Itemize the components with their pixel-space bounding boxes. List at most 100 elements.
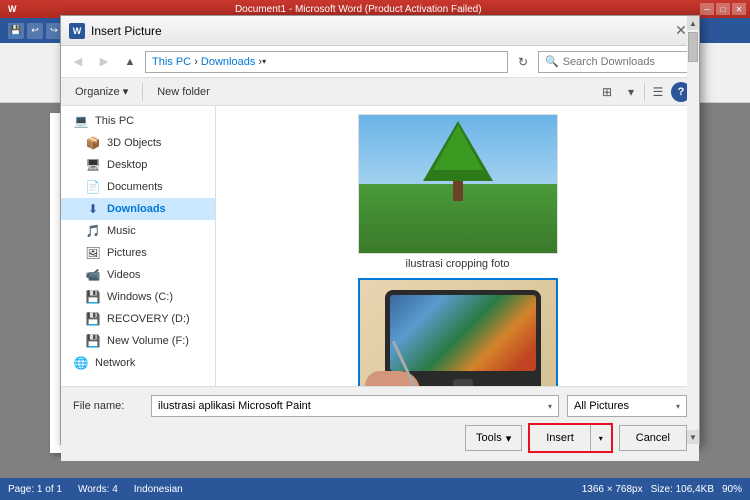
tools-button[interactable]: Tools ▾ [465, 425, 522, 451]
resolution-status: 1366 × 768px [582, 484, 643, 495]
up-button[interactable]: ▲ [119, 51, 141, 73]
word-title: Document1 - Microsoft Word (Product Acti… [17, 4, 701, 15]
thispc-label: This PC [95, 115, 134, 127]
tablet-home [453, 379, 473, 386]
status-right-area: 1366 × 768px Size: 106,4KB 90% [582, 484, 742, 495]
view-dropdown-button[interactable]: ▾ [620, 81, 642, 103]
page-status: Page: 1 of 1 [8, 484, 62, 495]
tree-top2-element [433, 125, 483, 170]
insert-dropdown-button[interactable]: ▾ [591, 425, 611, 451]
cancel-button[interactable]: Cancel [619, 425, 687, 451]
desktop-icon: 🖥 [85, 157, 101, 173]
sidebar-item-newvolume[interactable]: 💾 New Volume (F:) [61, 330, 215, 352]
sidebar-item-videos[interactable]: 📹 Videos [61, 264, 215, 286]
forward-button[interactable]: ▶ [93, 51, 115, 73]
music-icon: 🎵 [85, 223, 101, 239]
organize-button[interactable]: Organize ▾ [69, 83, 134, 100]
music-label: Music [107, 225, 136, 237]
3dobjects-label: 3D Objects [107, 137, 161, 149]
sidebar-item-music[interactable]: 🎵 Music [61, 220, 215, 242]
videos-icon: 📹 [85, 267, 101, 283]
undo-icon[interactable]: ↩ [27, 23, 43, 39]
sidebar-item-thispc[interactable]: 💻 This PC [61, 110, 215, 132]
word-window-controls: ─ □ ✕ [700, 3, 746, 15]
sidebar-item-3dobjects[interactable]: 📦 3D Objects [61, 132, 215, 154]
landscape-thumbnail [359, 115, 557, 253]
search-input[interactable] [563, 56, 686, 68]
tablet-screen [390, 295, 536, 371]
filetype-select[interactable]: All Pictures ▾ [567, 395, 687, 417]
word-toolbar-icons: 💾 ↩ ↪ [8, 23, 62, 39]
filesize-status: Size: 106,4KB [651, 484, 714, 495]
word-statusbar: Page: 1 of 1 Words: 4 Indonesian 1366 × … [0, 478, 750, 500]
filename-row: File name: ilustrasi aplikasi Microsoft … [73, 395, 687, 417]
organize-label: Organize ▾ [75, 85, 128, 98]
address-dropdown-icon[interactable]: ▾ [262, 57, 266, 66]
insert-label: Insert [546, 432, 574, 444]
newvolume-drive-icon: 💾 [85, 333, 101, 349]
filename-value: ilustrasi aplikasi Microsoft Paint [158, 400, 311, 412]
3dobjects-icon: 📦 [85, 135, 101, 151]
dialog-content: 💻 This PC 📦 3D Objects 🖥 Desktop 📄 Docum… [61, 106, 699, 386]
sidebar-item-pictures[interactable]: 🖼 Pictures [61, 242, 215, 264]
videos-label: Videos [107, 269, 140, 281]
filename-dropdown-icon[interactable]: ▾ [548, 402, 552, 411]
file-item-2[interactable]: ilustrasi aplikasi Microsoft Paint [224, 278, 691, 386]
refresh-button[interactable]: ↻ [512, 51, 534, 73]
dialog-title: Insert Picture [91, 24, 671, 38]
file-item-1[interactable]: ilustrasi cropping foto [224, 114, 691, 270]
scroll-down-arrow[interactable]: ▼ [687, 430, 699, 444]
file-thumbnail-2 [358, 278, 558, 386]
file-toolbar: Organize ▾ New folder ⊞ ▾ ☰ ? [61, 78, 699, 106]
new-folder-button[interactable]: New folder [151, 84, 216, 100]
thispc-icon: 💻 [73, 113, 89, 129]
desktop-label: Desktop [107, 159, 147, 171]
pictures-label: Pictures [107, 247, 147, 259]
documents-icon: 📄 [85, 179, 101, 195]
scroll-thumb[interactable] [688, 32, 698, 62]
maximize-button[interactable]: □ [716, 3, 730, 15]
insert-button[interactable]: Insert [530, 425, 591, 451]
button-row: Tools ▾ Insert ▾ Cancel [73, 423, 687, 453]
file-sidebar: 💻 This PC 📦 3D Objects 🖥 Desktop 📄 Docum… [61, 106, 216, 386]
view-toggle-button[interactable]: ⊞ [596, 81, 618, 103]
minimize-button[interactable]: ─ [700, 3, 714, 15]
sidebar-item-windows[interactable]: 💾 Windows (C:) [61, 286, 215, 308]
address-path[interactable]: This PC › Downloads › ▾ [145, 51, 508, 73]
file-grid: ilustrasi cropping foto [216, 106, 699, 386]
sidebar-item-network[interactable]: 🌐 Network [61, 352, 215, 374]
save-icon[interactable]: 💾 [8, 23, 24, 39]
downloads-icon: ⬇ [85, 201, 101, 217]
dialog-word-icon: W [69, 23, 85, 39]
dialog-titlebar: W Insert Picture ✕ [61, 16, 699, 46]
windows-drive-icon: 💾 [85, 289, 101, 305]
sidebar-item-downloads[interactable]: ⬇ Downloads [61, 198, 215, 220]
view-details-button[interactable]: ☰ [647, 81, 669, 103]
file-grid-scrollbar[interactable]: ▲ ▼ [687, 16, 699, 444]
address-path-text: This PC › Downloads › [152, 56, 262, 68]
insert-button-group: Insert ▾ [528, 423, 613, 453]
recovery-drive-icon: 💾 [85, 311, 101, 327]
scroll-up-arrow[interactable]: ▲ [687, 16, 699, 30]
filename-label: File name: [73, 400, 143, 412]
pictures-icon: 🖼 [85, 245, 101, 261]
language-status: Indonesian [134, 484, 183, 495]
sidebar-item-documents[interactable]: 📄 Documents [61, 176, 215, 198]
filename-input[interactable]: ilustrasi aplikasi Microsoft Paint ▾ [151, 395, 559, 417]
sidebar-item-recovery[interactable]: 💾 RECOVERY (D:) [61, 308, 215, 330]
view-buttons: ⊞ ▾ ☰ ? [596, 81, 691, 103]
documents-label: Documents [107, 181, 163, 193]
sidebar-item-desktop[interactable]: 🖥 Desktop [61, 154, 215, 176]
close-button[interactable]: ✕ [732, 3, 746, 15]
tools-label: Tools [476, 432, 502, 444]
cancel-label: Cancel [636, 432, 670, 444]
network-icon: 🌐 [73, 355, 89, 371]
thispc-link[interactable]: This PC [152, 56, 191, 68]
filetype-dropdown-icon[interactable]: ▾ [676, 402, 680, 411]
newvolume-drive-label: New Volume (F:) [107, 335, 189, 347]
tablet-thumbnail [360, 280, 556, 386]
back-button[interactable]: ◀ [67, 51, 89, 73]
search-box[interactable]: 🔍 [538, 51, 693, 73]
file-label-1: ilustrasi cropping foto [406, 258, 510, 270]
downloads-link[interactable]: Downloads [201, 56, 255, 68]
